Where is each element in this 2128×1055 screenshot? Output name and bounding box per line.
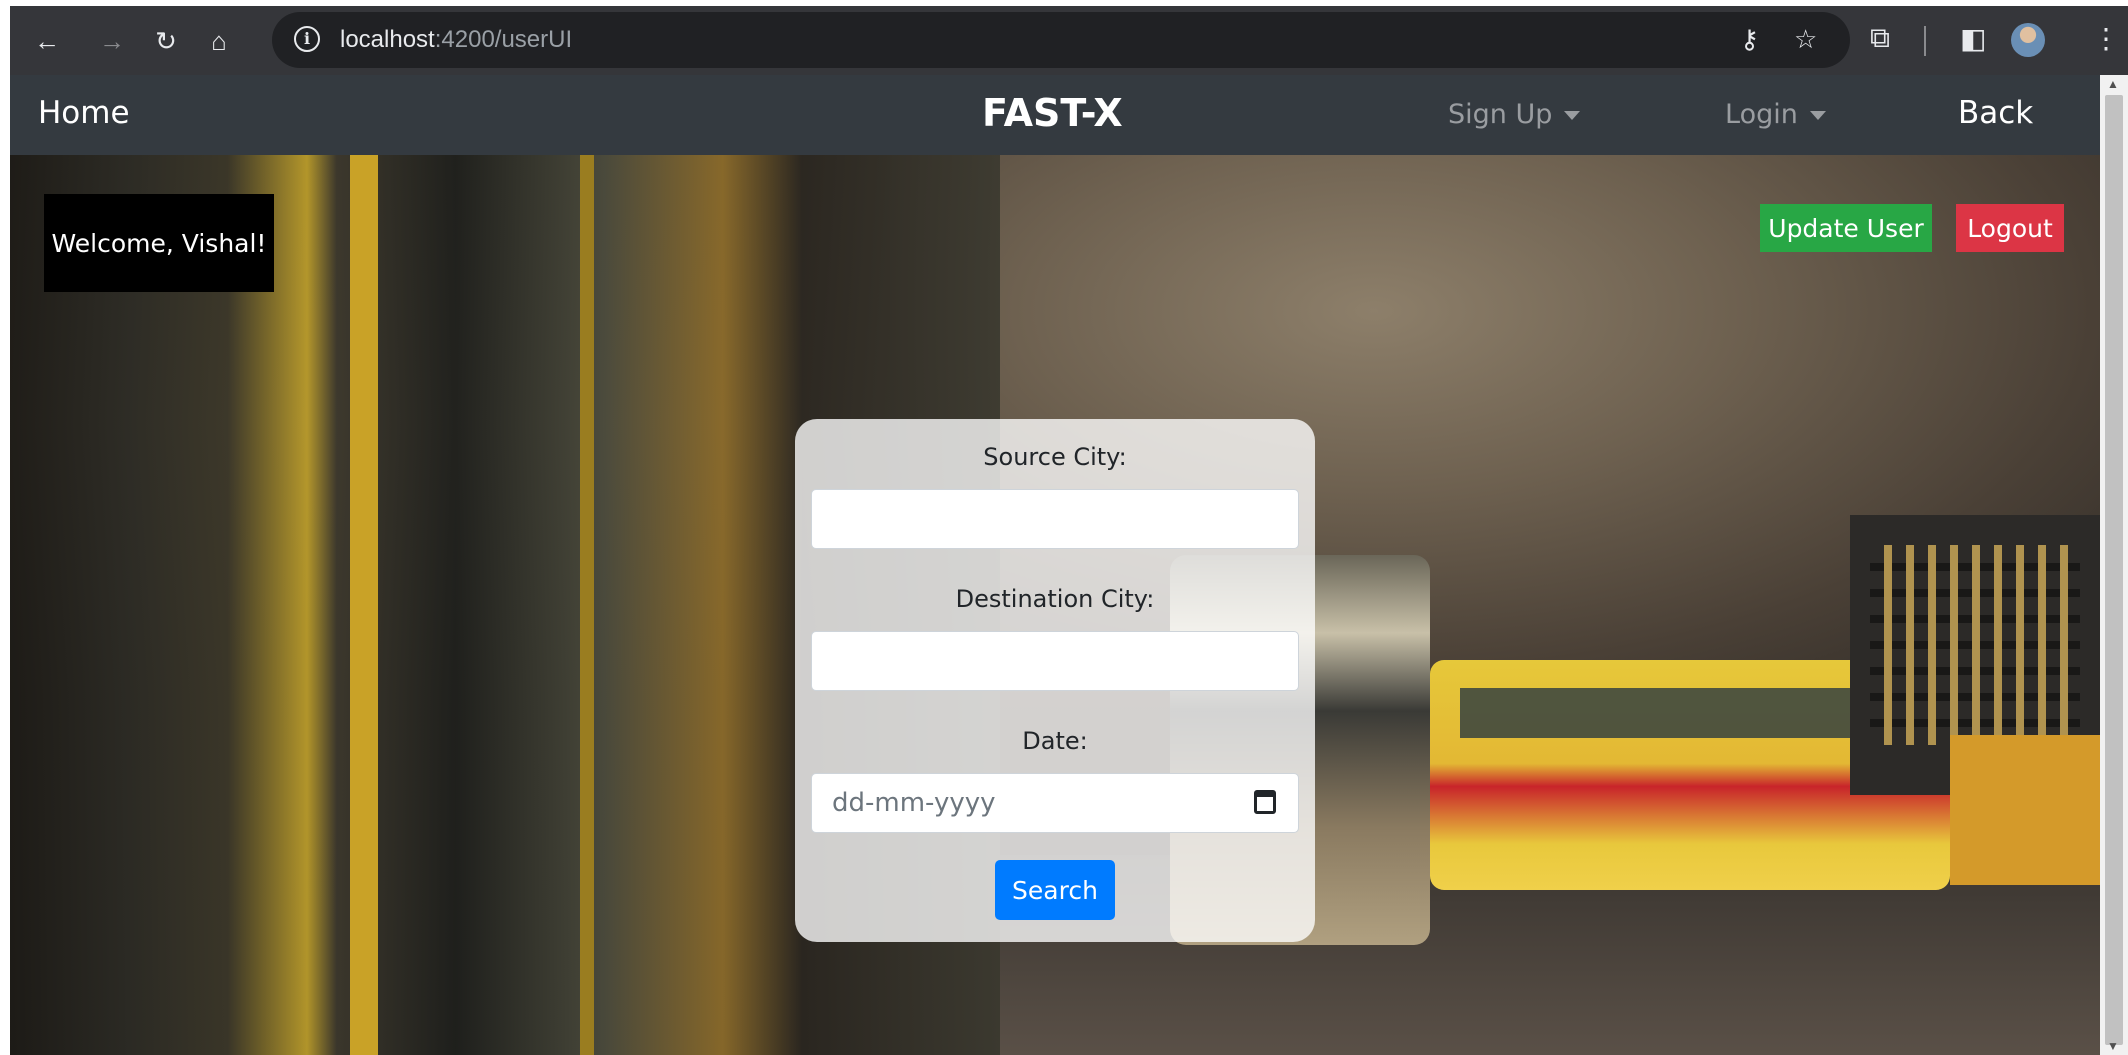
background-pole [580, 155, 594, 1055]
extensions-icon[interactable]: ⧉ [1870, 22, 1890, 55]
scroll-up-icon[interactable]: ▲ [2107, 77, 2119, 91]
brand-title[interactable]: FAST-X [982, 91, 1123, 135]
update-user-button[interactable]: Update User [1760, 204, 1932, 252]
url-text[interactable]: localhost:4200/userUI [340, 26, 572, 54]
signup-label: Sign Up [1448, 99, 1553, 130]
source-city-input[interactable] [811, 489, 1299, 549]
scroll-down-icon[interactable]: ▼ [2107, 1039, 2119, 1053]
destination-city-input[interactable] [811, 631, 1299, 691]
menu-icon[interactable]: ⋮ [2092, 22, 2120, 55]
date-input[interactable]: dd-mm-yyyy [811, 773, 1299, 833]
signup-dropdown[interactable]: Sign Up [1448, 99, 1581, 130]
profile-avatar-icon[interactable] [2011, 23, 2045, 57]
browser-toolbar: ← → ↻ ⌂ i localhost:4200/userUI ⚷ ☆ ⧉ ◧ … [10, 6, 2128, 75]
url-host: localhost [340, 26, 435, 53]
chevron-down-icon [1809, 111, 1826, 120]
browser-window: ← → ↻ ⌂ i localhost:4200/userUI ⚷ ☆ ⧉ ◧ … [10, 6, 2128, 1055]
search-button[interactable]: Search [995, 860, 1115, 920]
chevron-down-icon [1564, 111, 1581, 120]
search-form: Source City: Destination City: Date: dd-… [795, 419, 1315, 942]
welcome-message: Welcome, Vishal! [44, 194, 274, 292]
address-bar[interactable]: i localhost:4200/userUI ⚷ ☆ [272, 12, 1850, 68]
bus-window [1460, 688, 1900, 738]
building-lights [1870, 545, 2080, 745]
nav-back-link[interactable]: Back [1958, 95, 2033, 131]
page-viewport: Home FAST-X Sign Up Login Back Welcome, … [10, 75, 2100, 1055]
page-scrollbar[interactable]: ▲ ▼ [2100, 75, 2128, 1055]
login-dropdown[interactable]: Login [1725, 99, 1826, 130]
background-shelter [1950, 735, 2100, 885]
destination-city-label: Destination City: [955, 585, 1155, 613]
side-panel-icon[interactable]: ◧ [1960, 22, 1986, 55]
back-icon[interactable]: ← [30, 24, 64, 58]
url-path: :4200/userUI [434, 26, 573, 53]
key-icon[interactable]: ⚷ [1740, 24, 1759, 55]
date-placeholder: dd-mm-yyyy [832, 788, 996, 818]
calendar-icon[interactable] [1254, 790, 1276, 814]
home-icon[interactable]: ⌂ [202, 24, 236, 58]
reload-icon[interactable]: ↻ [149, 24, 183, 58]
logout-button[interactable]: Logout [1956, 204, 2064, 252]
forward-icon[interactable]: → [95, 24, 129, 58]
login-label: Login [1725, 99, 1798, 130]
star-icon[interactable]: ☆ [1794, 24, 1817, 55]
nav-home-link[interactable]: Home [38, 95, 130, 131]
toolbar-separator [1924, 26, 1926, 56]
background-pole [350, 155, 378, 1055]
source-city-label: Source City: [983, 443, 1127, 471]
date-label: Date: [1022, 727, 1088, 755]
scrollbar-thumb[interactable] [2105, 95, 2123, 1045]
top-navbar: Home FAST-X Sign Up Login Back [10, 75, 2100, 155]
site-info-icon[interactable]: i [294, 26, 320, 52]
